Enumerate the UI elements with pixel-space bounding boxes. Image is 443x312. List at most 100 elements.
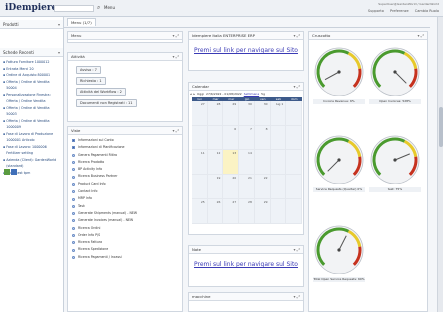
gauge[interactable]: Invoice Revenue: 6% (313, 44, 365, 104)
calendar-day-cell[interactable]: 14 (239, 150, 255, 175)
calendar-prev-icon[interactable]: ◂ (190, 92, 192, 96)
view-item[interactable]: Ricerca Fattura (72, 239, 178, 246)
recent-item[interactable]: ▪ Offerta / Ordine di Vendita 50003 (3, 105, 60, 118)
panel-tools-icon[interactable]: ▾ ⤢ (294, 293, 300, 301)
calendar-day-cell[interactable]: 8 (254, 125, 271, 150)
calendar-today-button[interactable]: Oggi (197, 92, 204, 96)
recent-item[interactable]: ▪ Fase di Lavoro: 1000006 Fertilizer sett… (3, 144, 60, 157)
view-item[interactable]: Generate Invoices (manual) - NEW (72, 217, 178, 224)
calendar-day-cell[interactable] (286, 199, 303, 224)
view-item[interactable]: Order Info P/S (72, 232, 178, 239)
calendar-day-cell[interactable]: 12 (207, 150, 224, 175)
calendar-day-cell[interactable]: 25 (192, 199, 208, 224)
calendar-day-cell[interactable]: 30 (254, 101, 271, 126)
view-item[interactable]: Ricerca Business Partner (72, 173, 178, 180)
recent-item[interactable]: ▪ Fase di Lavoro di Produzione 1000001 Ar… (3, 131, 60, 144)
calendar-day-cell[interactable]: 29 (223, 101, 240, 126)
calendar-day-cell[interactable] (192, 125, 208, 150)
calendar-day-cell[interactable] (207, 125, 224, 150)
view-item[interactable]: Ricerca Prodotto (72, 159, 178, 166)
settings-icon[interactable] (11, 169, 17, 175)
panel-tools-icon[interactable]: ▾ ⤢ (173, 32, 179, 40)
calendar-day-cell[interactable]: 6 (223, 125, 240, 150)
calendar-day-cell[interactable] (286, 174, 303, 199)
scrollbar-thumb[interactable] (439, 107, 443, 147)
calendar-day-cell[interactable] (254, 150, 271, 175)
panel-tools-icon[interactable]: ▾ ⤢ (418, 32, 424, 40)
view-item[interactable]: Task (72, 203, 178, 210)
calendar-day-cell[interactable]: 27 (223, 199, 240, 224)
calendar-day-cell[interactable] (270, 125, 287, 150)
view-item[interactable]: Ricerca Spedizione (72, 246, 178, 253)
views-panel-header[interactable]: Viste ▾ ⤢ (68, 127, 182, 135)
recent-item[interactable]: ▪ Azienda (Client): GardenWorld (standard… (3, 157, 60, 170)
panel-tools-icon[interactable]: ▾ ⤢ (294, 32, 300, 40)
search-icon[interactable]: ⌕ (97, 4, 100, 12)
calendar-day-cell[interactable] (286, 101, 303, 126)
request-button[interactable]: Richiesta : 1 (76, 77, 106, 85)
calendar-day-cell[interactable]: 26 (207, 199, 224, 224)
calendar-panel-header[interactable]: Calendar ▾ ⤢ (189, 83, 303, 91)
gauge[interactable]: Service Requests (Quarter) 0% (313, 132, 365, 192)
collapse-icon[interactable]: ▾ (58, 20, 60, 29)
recent-panel-header[interactable]: Schede Recenti ▾ (0, 48, 63, 57)
calendar-day-cell[interactable] (270, 174, 287, 199)
activity-panel-header[interactable]: Attività ▾ ⤢ (68, 53, 182, 61)
view-item[interactable]: Ricerca Pagamenti / Incassi (72, 254, 178, 261)
view-item[interactable]: Informazioni sul Conto (72, 137, 178, 144)
view-item[interactable]: Informazioni di Pianificazione (72, 144, 178, 151)
calendar-day-cell[interactable]: lug 1 (270, 101, 287, 126)
calendar-week-button[interactable]: Settimana (244, 92, 259, 96)
bottom-panel-header[interactable]: macchine ▾ ⤢ (189, 293, 303, 301)
website-link[interactable]: Premi sul link per navigare sul Sito (194, 47, 303, 54)
view-item[interactable]: Ricerca Ordini (72, 225, 178, 232)
website-link-2[interactable]: Premi sul link per navigare sul Sito (194, 261, 303, 268)
panel-tools-icon[interactable]: ▾ ⤢ (173, 53, 179, 61)
calendar-day-cell[interactable]: 20 (223, 174, 240, 199)
calendar-5day-button[interactable]: 5g (261, 92, 265, 96)
panel-tools-icon[interactable]: ▾ ⤢ (294, 246, 300, 254)
products-panel-header[interactable]: Prodotti ▾ (0, 20, 63, 29)
note-panel-header[interactable]: Note ▾ ⤢ (189, 246, 303, 254)
calendar-day-cell[interactable]: 11 (192, 150, 208, 175)
calendar-day-cell[interactable]: 22 (254, 174, 271, 199)
view-item[interactable]: Genera Pagamenti Ritiro (72, 152, 178, 159)
calendar-day-cell[interactable]: 13 (223, 150, 240, 175)
recent-item[interactable]: ▪ Offerta / Ordine di Vendita 50004 (3, 79, 60, 92)
menu-panel-header[interactable]: Menu ▾ ⤢ (68, 32, 182, 40)
link-change-role[interactable]: Cambia Ruolo (415, 9, 439, 13)
link-preferences[interactable]: Preferenze (390, 9, 409, 13)
calendar-day-cell[interactable]: 30 (239, 101, 255, 126)
recent-item[interactable]: ▪ Offerta / Ordine di Vendita 1000009 (3, 118, 60, 131)
link-support[interactable]: Supporto (368, 9, 384, 13)
dashboard-panel-header[interactable]: Cruscotto ▾ ⤢ (309, 32, 427, 40)
refresh-icon[interactable] (4, 169, 10, 175)
calendar-day-cell[interactable]: 28 (239, 199, 255, 224)
calendar-day-cell[interactable]: 28 (207, 101, 224, 126)
view-item[interactable]: Contact Info (72, 188, 178, 195)
panel-tools-icon[interactable]: ▾ ⤢ (173, 127, 179, 135)
panel-tools-icon[interactable]: ▾ ⤢ (294, 83, 300, 91)
calendar-day-cell[interactable] (270, 199, 287, 224)
calendar-day-cell[interactable] (192, 174, 208, 199)
recent-item[interactable]: ▪ Personalizzazione Finestra: Offerta / O… (3, 92, 60, 105)
menu-button[interactable]: Menu (104, 5, 115, 10)
calendar-day-cell[interactable] (286, 150, 303, 175)
calendar-day-cell[interactable]: 27 (192, 101, 208, 126)
tab-menu[interactable]: Menu (1/7) (67, 18, 96, 26)
calendar-day-cell[interactable]: 29 (254, 199, 271, 224)
search-input[interactable] (54, 5, 94, 12)
unposted-documents-button[interactable]: Documenti non Registrati : 11 (76, 99, 137, 107)
workflow-activity-button[interactable]: Attività del Workflow : 2 (76, 88, 126, 96)
gauge[interactable]: Open Invoices: 528% (369, 44, 421, 104)
calendar-day-cell[interactable] (286, 125, 303, 150)
calendar-day-cell[interactable]: 19 (207, 174, 224, 199)
collapse-icon[interactable]: ▾ (58, 48, 60, 57)
gauge[interactable]: Total Open Service Requests: 60% (313, 222, 365, 282)
calendar-day-cell[interactable]: 21 (239, 174, 255, 199)
welcome-panel-header[interactable]: Idempiere Italia ENTERPRISE ERP ▾ ⤢ (189, 32, 303, 40)
calendar-day-cell[interactable]: 7 (239, 125, 255, 150)
calendar-next-icon[interactable]: ▸ (194, 92, 196, 96)
notice-button[interactable]: Avviso : 7 (76, 66, 101, 74)
view-item[interactable]: Product Card Info (72, 181, 178, 188)
